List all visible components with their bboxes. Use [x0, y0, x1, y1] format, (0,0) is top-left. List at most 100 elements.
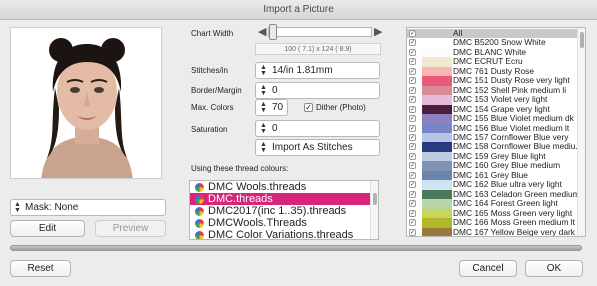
- max-colors-select[interactable]: ▲ ▼ 70: [255, 99, 288, 116]
- import-mode-value: Import As Stitches: [272, 142, 353, 153]
- thread-item[interactable]: DMC Wools.threads: [190, 181, 378, 193]
- color-swatch: [422, 227, 452, 236]
- color-checkbox[interactable]: ✓: [409, 209, 416, 217]
- stitches-label: Stitches/in: [191, 66, 228, 75]
- ok-button[interactable]: OK: [525, 260, 583, 277]
- thread-file-icon: [195, 207, 204, 216]
- color-swatch: [422, 189, 452, 200]
- color-swatch: [422, 104, 452, 115]
- color-swatch: [422, 123, 452, 133]
- color-swatch: [422, 57, 452, 67]
- preview-button[interactable]: Preview: [95, 220, 166, 237]
- threads-heading: Using these thread colours:: [191, 164, 289, 173]
- color-swatch: [422, 76, 452, 86]
- color-swatch: [422, 151, 452, 162]
- dither-checkbox[interactable]: ✓: [304, 103, 313, 112]
- border-value: 0: [272, 85, 278, 96]
- thread-file-icon: [195, 219, 204, 228]
- color-checkbox[interactable]: ✓: [409, 200, 416, 208]
- chart-size-readout: 100 ( 7.1) x 124 ( 8.9): [255, 43, 381, 55]
- color-swatch: [422, 47, 452, 58]
- color-swatch: [422, 180, 452, 190]
- scrollbar-knob[interactable]: [373, 193, 377, 205]
- color-swatch: [422, 95, 452, 105]
- chart-width-slider[interactable]: [268, 27, 372, 37]
- thread-file-icon: [195, 195, 204, 204]
- chart-width-label: Chart Width: [191, 29, 234, 38]
- slider-right-arrow-icon[interactable]: ▶: [374, 25, 382, 38]
- dither-label: Dither (Photo): [316, 103, 366, 112]
- updown-arrows-icon: ▲ ▼: [14, 201, 21, 214]
- color-swatch: [422, 170, 452, 181]
- stitches-select[interactable]: ▲ ▼ 14/in 1.81mm: [255, 62, 380, 79]
- color-swatch: [422, 208, 452, 219]
- color-checkbox[interactable]: ✓: [409, 39, 416, 47]
- color-checkbox[interactable]: ✓: [409, 190, 416, 198]
- color-swatch: [422, 85, 452, 96]
- border-label: Border/Margin: [191, 86, 242, 95]
- color-list-scrollbar[interactable]: [577, 28, 585, 236]
- color-checkbox[interactable]: ✓: [409, 58, 416, 66]
- saturation-select[interactable]: ▲ ▼ 0: [255, 120, 380, 137]
- portrait-image: [11, 28, 161, 178]
- saturation-value: 0: [272, 123, 278, 134]
- color-swatch: [422, 218, 452, 228]
- color-checkbox[interactable]: ✓: [409, 162, 416, 170]
- updown-arrows-icon: ▲ ▼: [260, 122, 267, 135]
- updown-arrows-icon: ▲ ▼: [260, 64, 267, 77]
- thread-item-selected[interactable]: DMC.threads: [190, 193, 378, 205]
- color-swatch: [422, 142, 452, 152]
- mask-value: Mask: None: [25, 202, 79, 213]
- chart-width-slider-thumb[interactable]: [269, 24, 278, 40]
- color-checkbox[interactable]: ✓: [409, 219, 416, 227]
- thread-file-icon: [195, 231, 204, 239]
- updown-arrows-icon: ▲ ▼: [260, 84, 267, 97]
- mask-select[interactable]: ▲ ▼ Mask: None: [10, 199, 166, 216]
- thread-file-icon: [195, 183, 204, 192]
- color-checkbox[interactable]: ✓: [409, 48, 416, 56]
- thread-list-scrollbar[interactable]: [370, 181, 378, 239]
- saturation-label: Saturation: [191, 125, 228, 134]
- color-swatch: [422, 38, 452, 48]
- color-swatch: [422, 199, 452, 209]
- color-swatch: [422, 161, 452, 171]
- updown-arrows-icon: ▲ ▼: [260, 101, 267, 114]
- color-checkbox[interactable]: ✓: [409, 143, 416, 151]
- max-colors-label: Max. Colors: [191, 103, 234, 112]
- thread-item[interactable]: DMC Color Variations.threads: [190, 229, 378, 239]
- color-swatch: [422, 66, 452, 77]
- color-checkbox[interactable]: ✓: [409, 181, 416, 189]
- slider-left-arrow-icon[interactable]: ◀: [258, 25, 266, 38]
- thread-item[interactable]: DMCWools.Threads: [190, 217, 378, 229]
- color-checkbox[interactable]: ✓: [409, 86, 416, 94]
- color-checkbox[interactable]: ✓: [409, 96, 416, 104]
- thread-item[interactable]: DMC2017(inc 1..35).threads: [190, 205, 378, 217]
- color-name: DMC 167 Yellow Beige very dark: [453, 226, 575, 237]
- picture-preview: [10, 27, 162, 179]
- color-swatch: [422, 133, 452, 143]
- stitches-value: 14/in 1.81mm: [272, 65, 333, 76]
- reset-button[interactable]: Reset: [10, 260, 71, 277]
- window-title: Import a Picture: [0, 0, 597, 20]
- color-checkbox[interactable]: ✓: [409, 77, 416, 85]
- color-checkbox[interactable]: ✓: [409, 152, 416, 160]
- cancel-button[interactable]: Cancel: [459, 260, 517, 277]
- edit-button[interactable]: Edit: [10, 220, 85, 237]
- color-checkbox[interactable]: ✓: [409, 171, 416, 179]
- color-list[interactable]: ✓ All ✓ DMC B5200 Snow White ✓ DMC BLANC Whit…: [406, 27, 586, 237]
- color-checkbox[interactable]: ✓: [409, 124, 416, 132]
- color-checkbox[interactable]: ✓: [409, 134, 416, 141]
- color-checkbox[interactable]: ✓: [409, 30, 416, 37]
- color-checkbox[interactable]: ✓: [409, 228, 416, 236]
- border-select[interactable]: ▲ ▼ 0: [255, 82, 380, 99]
- import-mode-select[interactable]: ▲ ▼ Import As Stitches: [255, 139, 380, 156]
- color-swatch: [422, 114, 452, 124]
- color-checkbox[interactable]: ✓: [409, 67, 416, 75]
- color-item[interactable]: ✓ DMC 167 Yellow Beige very dark: [407, 226, 578, 237]
- max-colors-value: 70: [272, 102, 284, 113]
- color-checkbox[interactable]: ✓: [409, 115, 416, 123]
- color-checkbox[interactable]: ✓: [409, 105, 416, 113]
- scrollbar-knob[interactable]: [580, 32, 584, 48]
- updown-arrows-icon: ▲ ▼: [260, 141, 267, 154]
- thread-list[interactable]: DMC Wools.threads DMC.threads DMC2017(in…: [189, 180, 379, 240]
